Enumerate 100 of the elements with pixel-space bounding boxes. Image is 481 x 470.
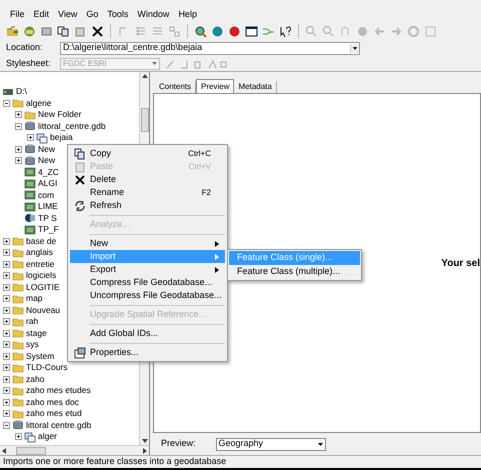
tree-item[interactable]: base de [26,234,56,248]
copy-icon[interactable] [57,24,70,38]
tree-item[interactable]: 4_ZC [38,166,59,179]
expand-icon[interactable] [3,376,10,383]
tree-item[interactable]: anglais [26,246,53,260]
expand-icon[interactable] [3,352,10,360]
magnifier-icon[interactable] [194,24,207,38]
collapse-icon[interactable] [3,100,10,107]
expand-icon[interactable] [3,295,10,302]
scroll-right-arrow-icon[interactable] [141,446,149,454]
tree-item[interactable]: New Folder [38,108,82,122]
tree-item[interactable]: sys [26,338,39,352]
scrollbar-thumb[interactable] [140,108,148,132]
tree-item[interactable]: zaho mes etud [26,407,82,420]
sphere-icon[interactable] [211,24,224,38]
tree-item[interactable]: ALGI [38,177,58,190]
menu-item[interactable]: Edit [34,8,50,22]
tree-item[interactable]: littoral centre.gdb [26,418,92,432]
tree-item[interactable]: zaho mes etudes [26,384,91,398]
menu-item[interactable]: Refresh [70,199,225,212]
expand-icon[interactable] [3,306,10,314]
menu-item[interactable]: Go [86,8,98,22]
tree-item[interactable]: TP_F [38,223,59,236]
expand-icon[interactable] [15,111,22,118]
database-icon [24,120,36,132]
help-pointer-icon[interactable] [279,24,292,38]
tree-item[interactable]: algerie [26,96,52,110]
scroll-down-arrow-icon[interactable] [140,437,148,445]
collapse-icon[interactable] [3,422,10,429]
expand-icon[interactable] [15,157,22,164]
tree-item[interactable]: zaho [26,372,44,386]
menu-item[interactable]: File [10,8,25,22]
expand-icon[interactable] [3,398,10,406]
expand-icon[interactable] [3,330,10,337]
expand-icon[interactable] [27,134,34,142]
scroll-left-arrow-icon[interactable] [0,446,8,454]
tree-item[interactable]: alger [38,430,57,444]
menu-item[interactable]: Rename F2 [70,186,225,199]
menu-item[interactable]: Uncompress File Geodatabase... [70,289,225,302]
connect-folder-icon[interactable] [6,24,19,38]
expand-icon[interactable] [3,272,10,280]
menu-item[interactable]: Feature Class (multiple)... [229,265,360,279]
properties-icon [74,346,86,358]
expand-icon[interactable] [3,341,10,348]
tree-item[interactable]: zaho mes doc [26,396,79,409]
tree-item[interactable]: New [38,142,56,156]
tree-item[interactable]: entretie [26,258,54,271]
tree-item[interactable]: TP S [38,212,57,225]
tree-item[interactable]: rah [26,315,38,328]
menu-item[interactable]: Compress File Geodatabase... [70,276,225,289]
thumbnails-icon[interactable] [168,24,181,38]
window-icon[interactable] [245,24,258,38]
menu-item[interactable]: New [70,237,225,250]
tree-item[interactable]: LIME [38,200,58,214]
menu-item[interactable]: Add Global IDs... [70,327,225,340]
tree-item[interactable]: New [38,154,56,168]
expand-icon[interactable] [3,238,10,245]
collapse-icon[interactable] [15,122,22,130]
menu-item[interactable]: View [58,8,78,22]
preview-type-dropdown[interactable]: Geography [216,438,326,450]
location-field[interactable]: D:\algerie\littoral_centre.gdb\bejaia [60,42,360,54]
tree-item[interactable]: LOGITIE [26,280,60,294]
menu-item[interactable]: Properties... [70,346,225,359]
stylesheet-label: Stylesheet: [6,56,52,70]
delete-icon[interactable] [91,24,104,38]
folder-icon [12,327,24,340]
tree-item[interactable]: littoral_centre.gdb [38,120,106,133]
tree-item[interactable]: logiciels [26,269,56,282]
scroll-up-arrow-icon[interactable] [140,72,148,80]
scrollbar-thumb[interactable] [16,446,46,454]
menu-item[interactable]: Export [70,263,225,276]
menu-item[interactable]: Window [137,8,170,22]
expand-icon[interactable] [3,387,10,394]
sphere-icon[interactable] [228,24,241,38]
tree-item[interactable]: D:\ [16,85,27,98]
folder-icon [12,350,24,362]
horizontal-scrollbar[interactable] [0,445,149,455]
menu-item[interactable]: Copy Ctrl+C [70,147,225,160]
expand-icon[interactable] [3,260,10,268]
expand-icon[interactable] [15,146,22,153]
tree-item[interactable]: stage [26,326,47,340]
paste-icon[interactable] [74,24,87,38]
expand-icon[interactable] [3,410,10,418]
tab[interactable]: Preview [196,79,234,93]
menu-item[interactable]: Tools [107,8,128,22]
tree-item[interactable]: map [26,292,43,306]
expand-icon[interactable] [15,433,22,440]
tree-item[interactable]: Nouveau [26,304,60,317]
tree-item[interactable]: com [38,188,54,202]
expand-icon[interactable] [3,364,10,372]
expand-icon[interactable] [3,318,10,326]
expand-icon[interactable] [3,249,10,256]
tree-item[interactable]: System [26,350,54,363]
tree-item[interactable]: TLD-Cours [26,361,68,374]
expand-icon[interactable] [3,284,10,291]
folder-icon [12,235,24,248]
menu-item[interactable]: Delete [70,173,225,186]
tree-item[interactable]: bejaia [50,131,73,144]
menu-item[interactable]: Help [178,8,197,22]
database-icon [24,154,36,167]
